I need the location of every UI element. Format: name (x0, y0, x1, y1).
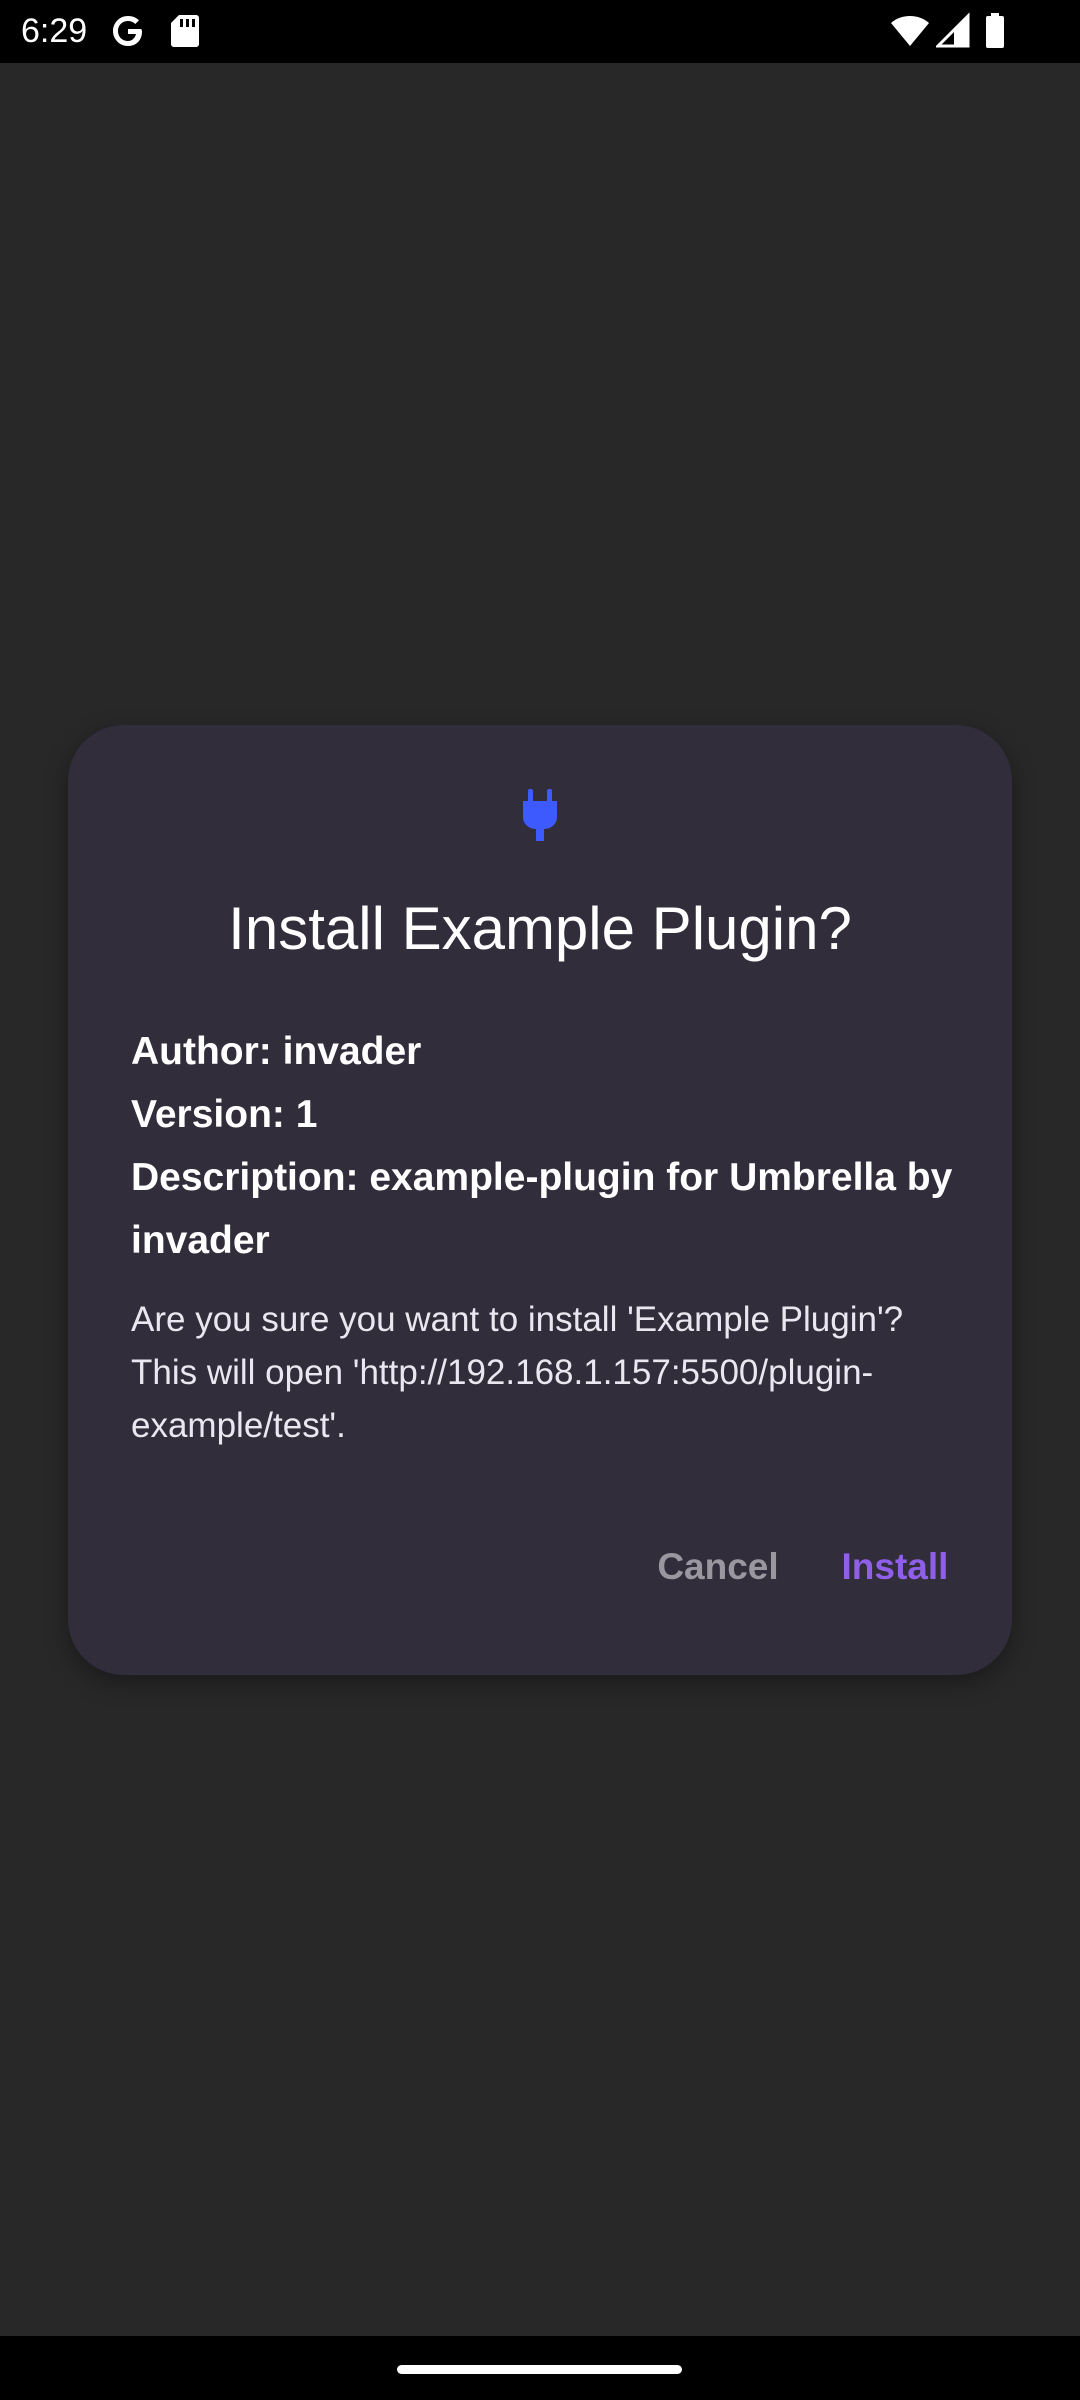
plugin-version: Version: 1 (131, 1093, 318, 1136)
plug-icon (523, 789, 557, 841)
cellular-signal-icon (936, 12, 970, 48)
dialog-title: Install Example Plugin? (228, 895, 852, 962)
plugin-description: Description: example-plugin for Umbrella… (131, 1156, 953, 1262)
battery-icon (986, 13, 1004, 48)
install-button[interactable]: Install (820, 1530, 970, 1604)
home-gesture-handle[interactable] (397, 2365, 682, 2374)
status-bar: 6:29 (0, 0, 1080, 63)
google-icon (113, 16, 142, 46)
cancel-button[interactable]: Cancel (648, 1530, 788, 1604)
plugin-author: Author: invader (131, 1030, 422, 1073)
sd-card-icon (171, 15, 199, 47)
install-plugin-dialog: Install Example Plugin? Author: invader … (68, 725, 1012, 1675)
status-time: 6:29 (21, 12, 88, 50)
navigation-bar (0, 2336, 1080, 2400)
wifi-icon (891, 16, 929, 46)
confirmation-message: Are you sure you want to install 'Exampl… (131, 1300, 904, 1445)
